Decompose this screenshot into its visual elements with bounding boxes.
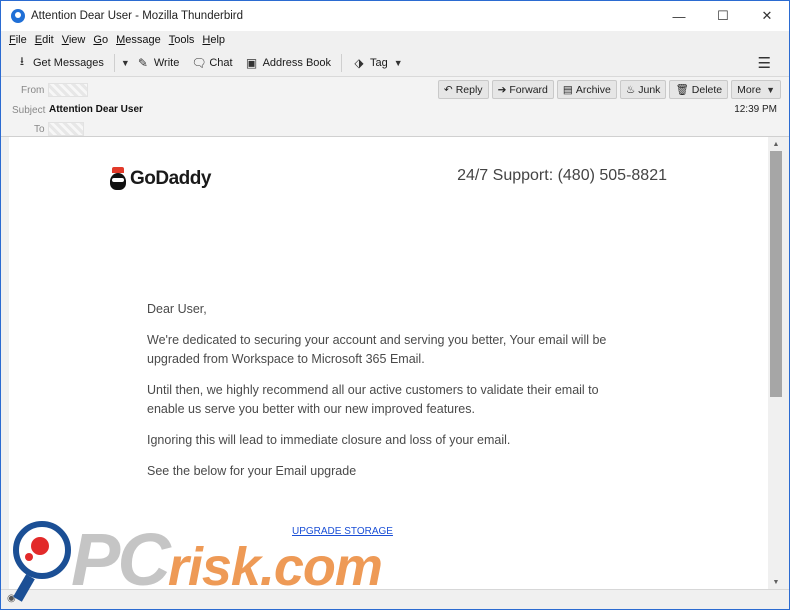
paragraph-2: Until then, we highly recommend all our … [147,383,599,416]
window-controls: — ☐ ✕ [657,1,789,31]
more-label: More [737,83,762,96]
archive-icon: ▤ [562,83,573,96]
menu-view[interactable]: View [62,34,86,46]
from-redacted [48,83,88,97]
more-button[interactable]: More ▼ [731,80,781,99]
subject-label: Subject [12,105,46,116]
forward-label: Forward [509,83,548,96]
to-redacted [48,122,84,136]
hamburger-menu-icon[interactable]: ☰ [758,54,771,72]
get-messages-label: Get Messages [33,56,104,69]
logo-text: GoDaddy [130,168,211,189]
maximize-button[interactable]: ☐ [701,1,745,31]
tag-icon: ⬗ [354,55,364,70]
archive-label: Archive [575,83,611,96]
connection-status-icon: ◉ [7,593,16,604]
godaddy-mascot-icon [109,167,127,191]
chat-label: Chat [209,56,233,69]
upgrade-storage-link[interactable]: UPGRADE STORAGE [292,526,393,537]
menu-bar: File Edit View Go Message Tools Help [1,31,789,49]
paragraph-4: See the below for your Email upgrade [147,464,357,478]
menu-tools[interactable]: Tools [169,34,195,46]
tag-button[interactable]: ⬗ Tag ▼ [346,52,409,74]
forward-icon: ➔ [497,83,507,96]
subject-value: Attention Dear User [49,104,143,115]
support-phone: 24/7 Support: (480) 505-8821 [457,167,667,184]
scroll-thumb[interactable] [770,151,782,397]
title-bar: Attention Dear User - Mozilla Thunderbir… [1,1,789,31]
write-button[interactable]: ✎ Write [130,52,185,74]
delete-button[interactable]: 🗑 Delete [669,80,729,99]
menu-help[interactable]: Help [202,34,225,46]
godaddy-logo: GoDaddy [109,167,211,191]
email-text: Dear User, We're dedicated to securing y… [147,300,637,493]
message-scrollbar[interactable]: ▲ ▼ [768,137,784,589]
address-book-button[interactable]: ▣ Address Book [239,52,337,74]
chat-bubble-icon: 🗨 [191,55,207,70]
from-label: From [21,85,45,96]
archive-button[interactable]: ▤ Archive [556,80,617,99]
junk-button[interactable]: ♨ Junk [619,80,667,99]
reply-button[interactable]: ↶ Reply [437,80,489,99]
junk-label: Junk [638,83,661,96]
chevron-down-icon: ▼ [766,84,775,95]
status-bar: ◉ [1,589,789,609]
message-time: 12:39 PM [734,104,777,115]
delete-label: Delete [691,83,723,96]
menu-go[interactable]: Go [93,34,108,46]
forward-button[interactable]: ➔ Forward [491,80,554,99]
address-book-label: Address Book [262,56,332,69]
to-label: To [34,124,45,135]
chevron-down-icon: ▼ [393,57,403,68]
close-button[interactable]: ✕ [745,1,789,31]
reply-icon: ↶ [443,83,453,96]
scroll-up-icon[interactable]: ▲ [768,137,784,151]
download-icon: ⭳ [19,54,25,68]
get-messages-button[interactable]: ⭳ Get Messages [9,52,110,74]
tag-label: Tag [370,56,388,69]
main-toolbar: ⭳ Get Messages ▼ ✎ Write 🗨 Chat ▣ Addres… [1,49,789,77]
paragraph-1: We're dedicated to securing your account… [147,333,607,366]
window-title: Attention Dear User - Mozilla Thunderbir… [31,10,243,22]
trash-icon: 🗑 [675,84,689,96]
menu-file[interactable]: File [9,34,27,46]
minimize-button[interactable]: — [657,1,701,31]
address-book-icon: ▣ [245,55,258,70]
paragraph-3: Ignoring this will lead to immediate clo… [147,433,511,447]
toolbar-divider [341,53,343,72]
pencil-icon: ✎ [137,55,148,70]
message-body: GoDaddy 24/7 Support: (480) 505-8821 Dea… [9,137,768,589]
thunderbird-window: Attention Dear User - Mozilla Thunderbir… [0,0,790,610]
menu-message[interactable]: Message [116,34,161,46]
message-actions: ↶ Reply ➔ Forward ▤ Archive ♨ Junk 🗑 Del… [437,80,781,99]
scroll-down-icon[interactable]: ▼ [768,575,784,589]
write-label: Write [153,56,180,69]
toolbar-divider [113,53,115,72]
reply-label: Reply [455,83,483,96]
thunderbird-app-icon [11,9,25,23]
message-header-pane: From Subject Attention Dear User To ↶ Re… [1,77,789,137]
menu-edit[interactable]: Edit [35,34,54,46]
chat-button[interactable]: 🗨 Chat [185,52,238,74]
flame-icon: ♨ [625,83,636,96]
greeting: Dear User, [147,302,207,316]
chevron-down-icon[interactable]: ▼ [121,58,130,68]
